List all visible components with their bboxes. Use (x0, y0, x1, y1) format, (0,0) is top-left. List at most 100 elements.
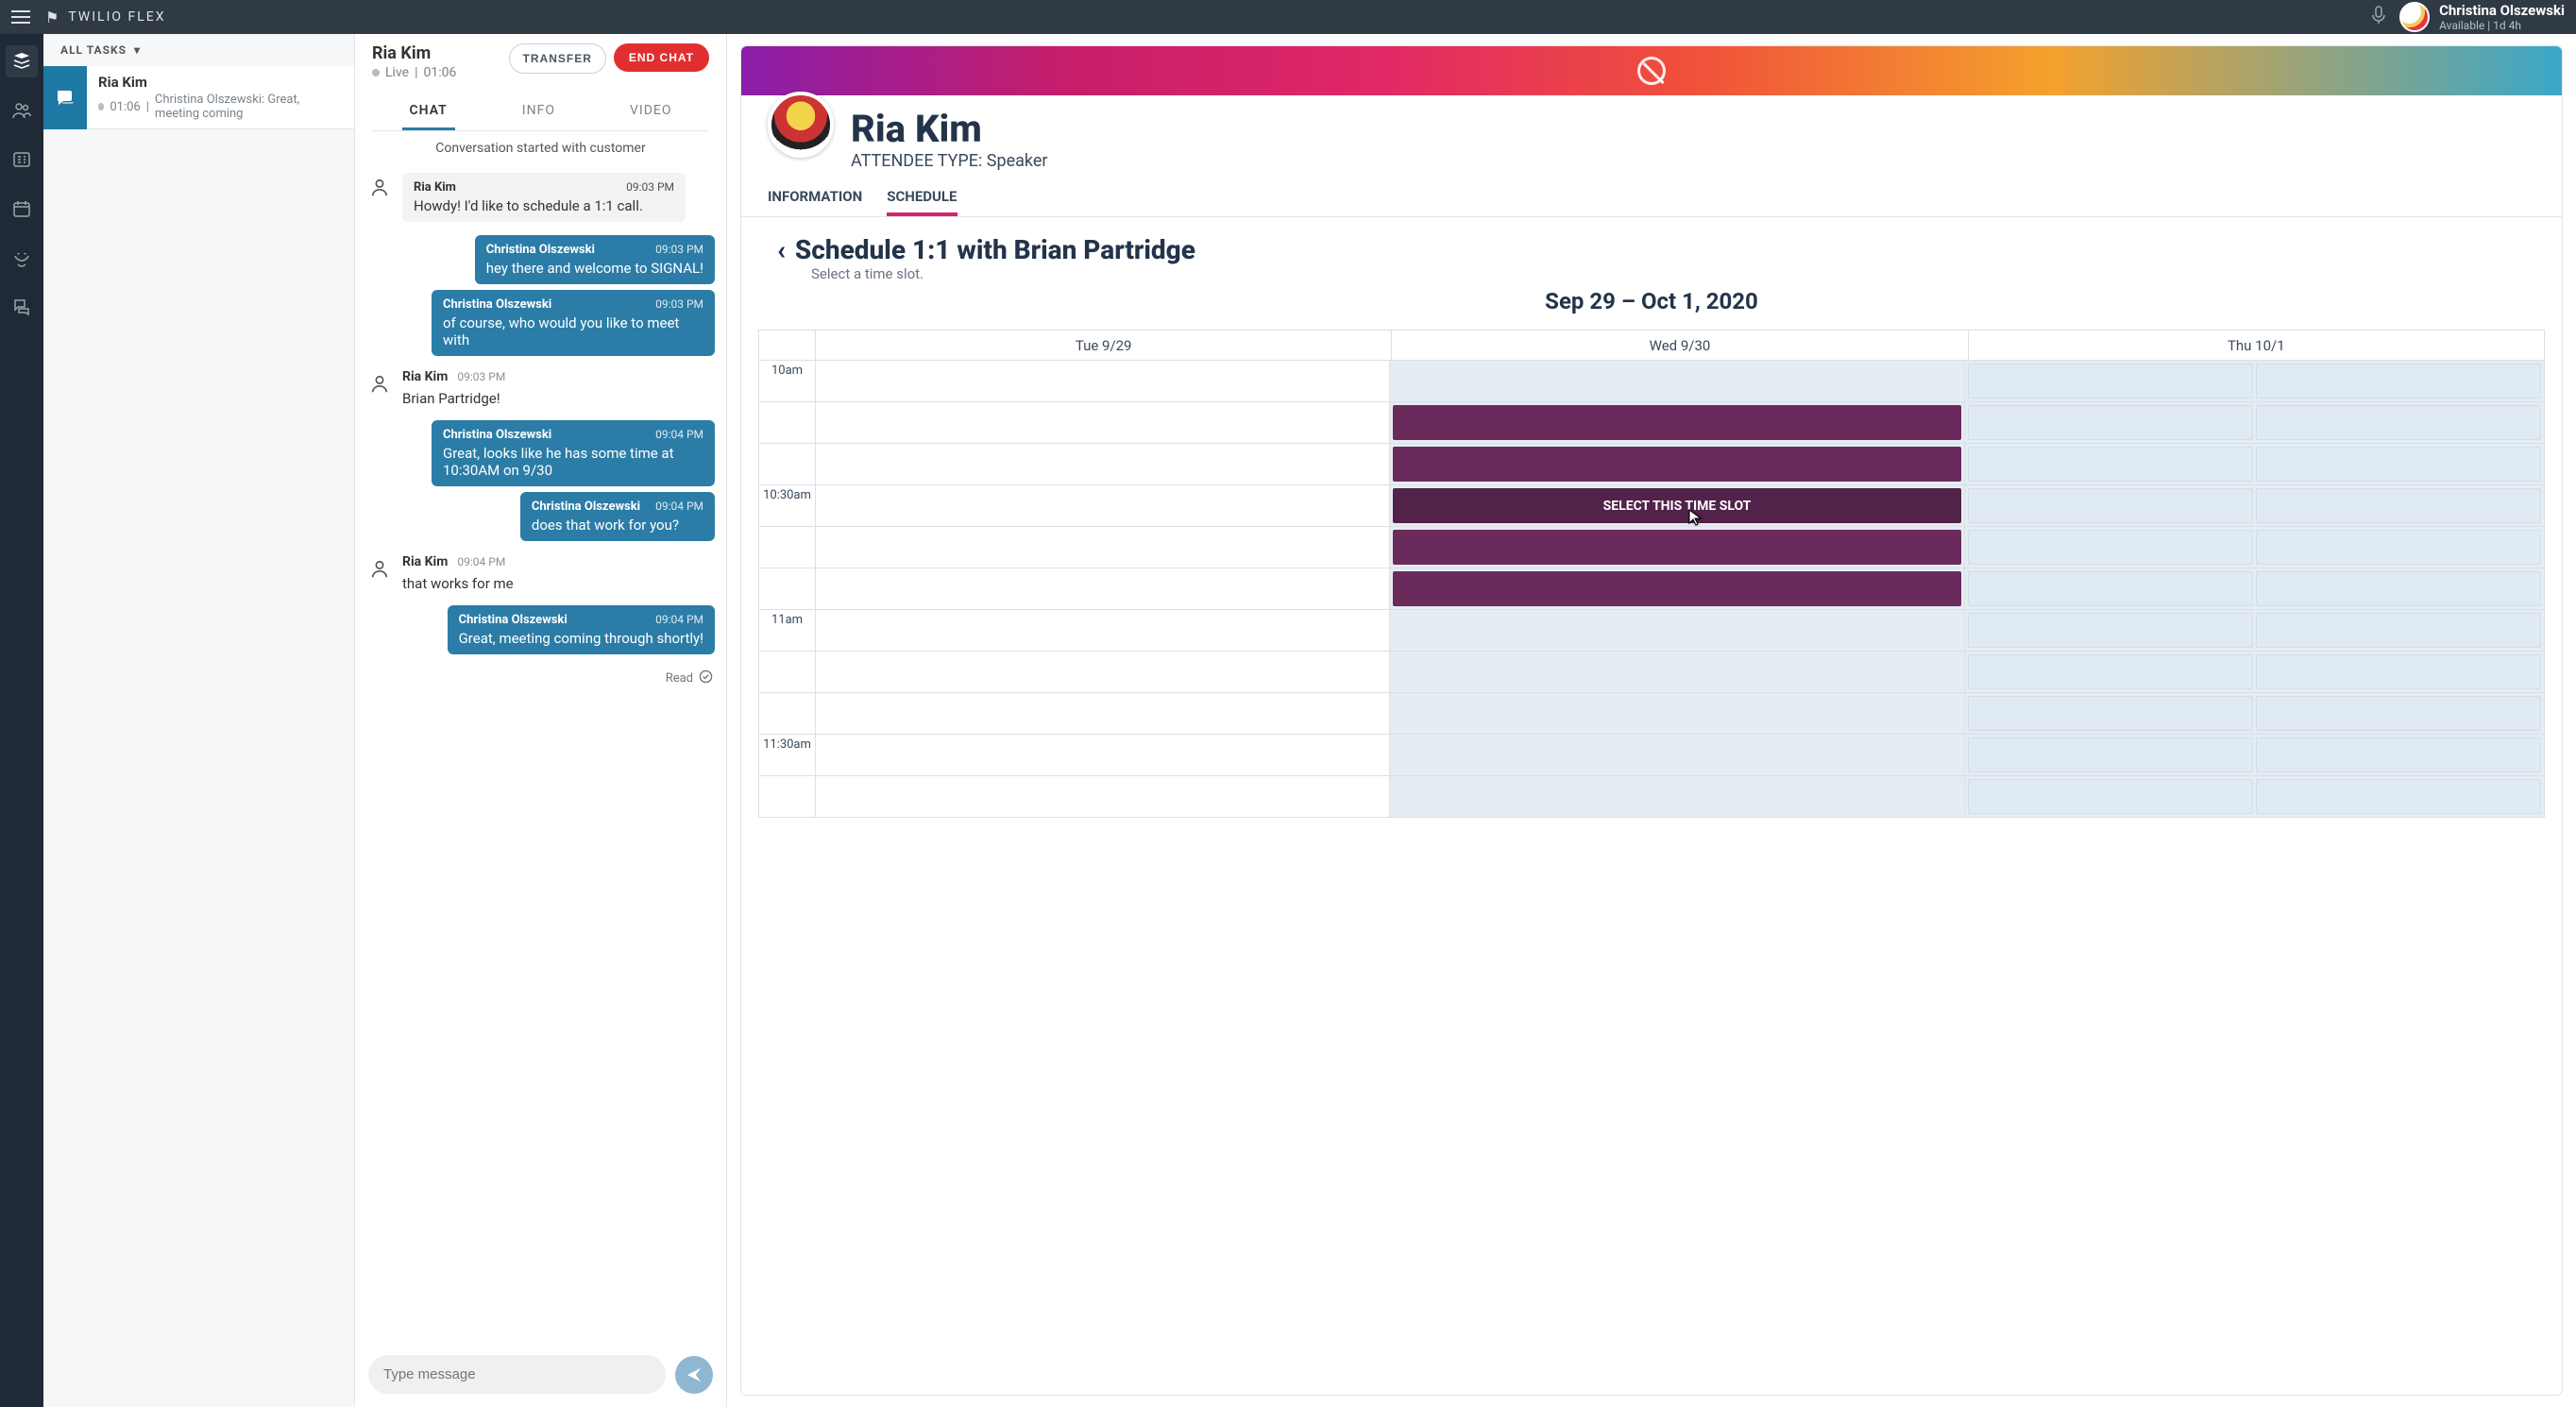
message-group: Christina Olszewski09:04 PM Great, looks… (366, 420, 715, 541)
cal-cell[interactable] (816, 402, 1390, 444)
transfer-button[interactable]: TRANSFER (509, 43, 606, 74)
tab-chat[interactable]: CHAT (402, 93, 455, 130)
status-dot-icon (372, 69, 380, 76)
user-block[interactable]: Christina Olszewski Available | 1d 4h (2399, 2, 2565, 32)
microphone-icon[interactable] (2371, 6, 2386, 28)
cal-cell[interactable] (1965, 693, 2545, 735)
rail-calendar-icon[interactable] (6, 193, 38, 225)
message-group: Ria Kim09:03 PM Brian Partridge! (366, 369, 715, 407)
cal-cell[interactable] (1965, 735, 2545, 776)
cal-cell[interactable] (1390, 693, 1964, 735)
user-name: Christina Olszewski (2439, 2, 2565, 19)
cal-cell[interactable] (1965, 485, 2545, 527)
rail-chat-icon[interactable] (6, 291, 38, 323)
chat-status: Live | 01:06 (372, 65, 501, 80)
cal-cell[interactable] (1390, 361, 1964, 402)
cal-cell[interactable] (1390, 735, 1964, 776)
chat-column: Ria Kim Live | 01:06 TRANSFER END CHAT C… (355, 34, 727, 1407)
message-sender: Christina Olszewski (443, 428, 551, 442)
rail-catalog-icon[interactable] (6, 144, 38, 176)
cal-cell[interactable] (816, 652, 1390, 693)
message-time: 09:03 PM (655, 297, 703, 312)
brand-icon: ⚑ (45, 8, 60, 26)
cal-cell[interactable] (816, 776, 1390, 818)
cal-cell[interactable] (1965, 402, 2545, 444)
cal-cell[interactable] (816, 485, 1390, 527)
crm-hero (741, 46, 2562, 95)
message-sender: Ria Kim (402, 554, 448, 569)
cal-cell[interactable] (1965, 776, 2545, 818)
cal-cell[interactable] (1390, 652, 1964, 693)
chat-title: Ria Kim (372, 43, 501, 63)
message-bubble: Ria Kim09:03 PM Howdy! I'd like to sched… (402, 173, 686, 222)
message-text: Great, meeting coming through shortly! (459, 630, 703, 647)
send-button[interactable] (675, 1356, 713, 1394)
person-icon (366, 175, 393, 201)
user-avatar (2399, 2, 2430, 32)
schedule-range: Sep 29 – Oct 1, 2020 (773, 288, 2530, 314)
cal-cell[interactable] (1390, 527, 1964, 568)
cal-cell[interactable] (1390, 568, 1964, 610)
cal-cell[interactable] (1965, 568, 2545, 610)
message-list[interactable]: Ria Kim09:03 PM Howdy! I'd like to sched… (355, 173, 726, 1346)
cal-header-tue: Tue 9/29 (816, 331, 1392, 361)
message-time: 09:03 PM (457, 370, 505, 383)
cal-cell[interactable] (816, 735, 1390, 776)
task-item[interactable]: Ria Kim 01:06 | Christina Olszewski: Gre… (43, 66, 354, 129)
message-text: Great, looks like he has some time at 10… (443, 445, 703, 479)
cal-time-10: 10am (759, 361, 816, 402)
cal-cell[interactable] (1390, 444, 1964, 485)
compose-row (355, 1346, 726, 1407)
cal-cell[interactable] (1965, 610, 2545, 652)
message-bubble: Christina Olszewski09:04 PM Great, looks… (432, 420, 715, 486)
brand: ⚑ TWILIO FLEX (45, 8, 166, 26)
cal-cell[interactable] (816, 361, 1390, 402)
cal-cell[interactable] (816, 444, 1390, 485)
person-icon (366, 371, 393, 398)
message-group: Christina Olszewski 09:04 PM Great, meeti… (366, 605, 715, 654)
rail-smile-icon[interactable] (6, 242, 38, 274)
cal-cell[interactable] (1965, 444, 2545, 485)
cal-cell[interactable] (1965, 361, 2545, 402)
message-bubble: Christina Olszewski09:03 PM of course, w… (432, 290, 715, 356)
rail-people-icon[interactable] (6, 94, 38, 127)
cal-cell[interactable] (816, 527, 1390, 568)
crm-tab-schedule[interactable]: SCHEDULE (887, 180, 957, 216)
rail-tasks-icon[interactable] (6, 45, 38, 77)
crm-tab-information[interactable]: INFORMATION (768, 180, 862, 216)
crm-tabs: INFORMATION SCHEDULE (741, 171, 2562, 217)
message-input[interactable] (368, 1355, 666, 1394)
cal-cell[interactable]: SELECT THIS TIME SLOT (1390, 485, 1964, 527)
cal-cell[interactable] (1965, 652, 2545, 693)
message-text: does that work for you? (532, 517, 703, 534)
nav-rail (0, 34, 43, 1407)
task-title: Ria Kim (98, 74, 343, 91)
cal-cell[interactable] (816, 610, 1390, 652)
message-sender: Christina Olszewski (532, 500, 640, 514)
busy-slot (1393, 571, 1960, 606)
end-chat-button[interactable]: END CHAT (614, 43, 709, 72)
brand-text: TWILIO FLEX (68, 9, 165, 25)
menu-icon[interactable] (11, 10, 30, 24)
cal-cell[interactable] (1390, 402, 1964, 444)
cal-cell[interactable] (1390, 776, 1964, 818)
cal-cell[interactable] (1965, 527, 2545, 568)
attendee-avatar (768, 92, 834, 158)
cal-cell[interactable] (816, 568, 1390, 610)
chevron-down-icon: ▾ (134, 43, 141, 57)
select-time-slot-button[interactable]: SELECT THIS TIME SLOT (1393, 488, 1960, 523)
message-sender: Christina Olszewski (459, 613, 568, 627)
message-time: 09:04 PM (655, 613, 703, 627)
back-chevron-icon[interactable]: ‹ (773, 234, 789, 265)
tab-video[interactable]: VIDEO (622, 93, 680, 130)
tab-info[interactable]: INFO (515, 93, 563, 130)
attendee-type: ATTENDEE TYPE: Speaker (851, 151, 1048, 171)
cal-cell[interactable] (1390, 610, 1964, 652)
message-text: Brian Partridge! (402, 390, 715, 407)
app-header: ⚑ TWILIO FLEX Christina Olszewski Availa… (0, 0, 2576, 34)
cal-cell[interactable] (816, 693, 1390, 735)
cal-header-wed: Wed 9/30 (1392, 331, 1968, 361)
task-filter[interactable]: ALL TASKS ▾ (43, 34, 354, 66)
schedule-subtitle: Select a time slot. (811, 265, 2530, 282)
message-time: 09:04 PM (457, 555, 505, 568)
